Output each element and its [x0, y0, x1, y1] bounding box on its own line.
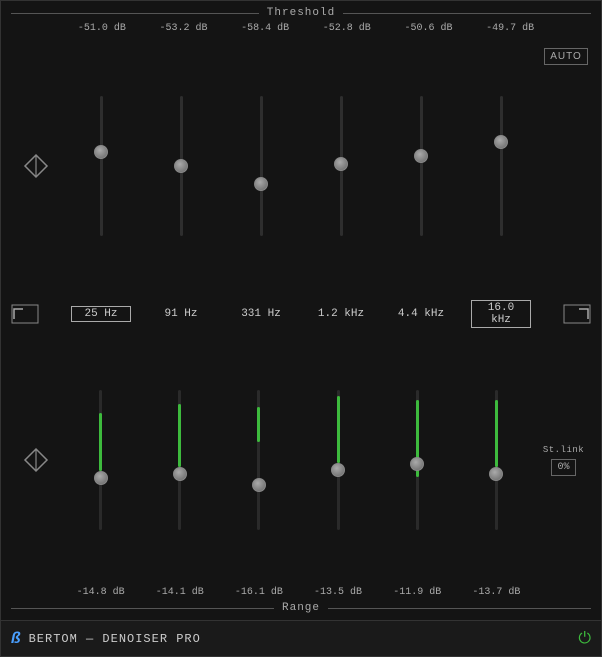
main-area: Threshold -51.0 dB -53.2 dB -58.4 dB -52…: [1, 1, 601, 620]
plugin-container: Threshold -51.0 dB -53.2 dB -58.4 dB -52…: [0, 0, 602, 657]
freq-left-spacer: [11, 304, 61, 324]
range-diamond-icon: [22, 446, 50, 474]
threshold-db-5: -49.7 dB: [480, 23, 540, 34]
threshold-db-2: -58.4 dB: [235, 23, 295, 34]
lowpass-filter-icon[interactable]: [563, 304, 591, 324]
threshold-slider-0[interactable]: [91, 96, 111, 236]
range-line-right: [328, 608, 591, 609]
freq-label-5[interactable]: 16.0 kHz: [471, 300, 531, 328]
bottom-bar: ß BERTOM — DENOISER PRO ⏻: [1, 620, 601, 656]
threshold-label-row: Threshold: [11, 7, 591, 19]
threshold-db-0: -51.0 dB: [72, 23, 132, 34]
freq-label-2[interactable]: 331 Hz: [231, 308, 291, 320]
threshold-slider-1[interactable]: [171, 96, 191, 236]
threshold-right-icon-col: AUTO: [541, 38, 591, 294]
range-slider-3[interactable]: [328, 390, 348, 530]
threshold-slider-3[interactable]: [331, 96, 351, 236]
freq-area: 25 Hz 91 Hz 331 Hz 1.2 kHz 4.4 kHz 16.0 …: [61, 300, 541, 328]
threshold-slider-2[interactable]: [251, 96, 271, 236]
range-label-row: Range: [11, 602, 591, 614]
range-sliders-row: St.link 0%: [11, 334, 591, 588]
range-slider-4[interactable]: [407, 390, 427, 530]
freq-label-3[interactable]: 1.2 kHz: [311, 308, 371, 320]
range-slider-1[interactable]: [170, 390, 190, 530]
range-left-icon-col: [11, 334, 61, 588]
auto-button[interactable]: AUTO: [544, 48, 588, 65]
threshold-sliders-area: [61, 38, 541, 294]
threshold-db-3: -52.8 dB: [317, 23, 377, 34]
freq-label-0[interactable]: 25 Hz: [71, 306, 131, 322]
threshold-label: Threshold: [259, 7, 343, 19]
range-slider-5[interactable]: [486, 390, 506, 530]
brand-icon: ß: [11, 630, 21, 648]
range-sliders-area: [61, 334, 536, 588]
range-section: St.link 0% -14.8 dB -14.1 dB -16.1 dB -1…: [11, 334, 591, 621]
threshold-left-icon-col: [11, 38, 61, 294]
frequency-row: 25 Hz 91 Hz 331 Hz 1.2 kHz 4.4 kHz 16.0 …: [11, 294, 591, 334]
range-db-5: -13.7 dB: [466, 587, 526, 598]
freq-label-4[interactable]: 4.4 kHz: [391, 308, 451, 320]
range-label: Range: [274, 602, 328, 614]
threshold-section: Threshold -51.0 dB -53.2 dB -58.4 dB -52…: [11, 1, 591, 294]
threshold-sliders-row: AUTO: [11, 38, 591, 294]
freq-right-spacer: [541, 304, 591, 324]
range-db-row: -14.8 dB -14.1 dB -16.1 dB -13.5 dB -11.…: [11, 587, 591, 598]
threshold-slider-5[interactable]: [491, 96, 511, 236]
brand-name: BERTOM — DENOISER PRO: [29, 632, 201, 646]
range-db-1: -14.1 dB: [150, 587, 210, 598]
stlink-col: St.link 0%: [536, 334, 591, 588]
threshold-line-left: [11, 13, 259, 14]
threshold-db-1: -53.2 dB: [153, 23, 213, 34]
threshold-slider-4[interactable]: [411, 96, 431, 236]
range-slider-2[interactable]: [249, 390, 269, 530]
range-db-0: -14.8 dB: [71, 587, 131, 598]
power-icon[interactable]: ⏻: [578, 630, 591, 648]
range-db-2: -16.1 dB: [229, 587, 289, 598]
stlink-value[interactable]: 0%: [551, 459, 575, 476]
threshold-diamond-icon: [22, 152, 50, 180]
range-db-4: -11.9 dB: [387, 587, 447, 598]
threshold-db-4: -50.6 dB: [398, 23, 458, 34]
freq-label-1[interactable]: 91 Hz: [151, 308, 211, 320]
range-slider-0[interactable]: [91, 390, 111, 530]
range-line-left: [11, 608, 274, 609]
range-db-3: -13.5 dB: [308, 587, 368, 598]
threshold-db-row: -51.0 dB -53.2 dB -58.4 dB -52.8 dB -50.…: [11, 23, 591, 34]
threshold-line-right: [343, 13, 591, 14]
highpass-filter-icon[interactable]: [11, 304, 39, 324]
stlink-label: St.link: [543, 445, 584, 455]
